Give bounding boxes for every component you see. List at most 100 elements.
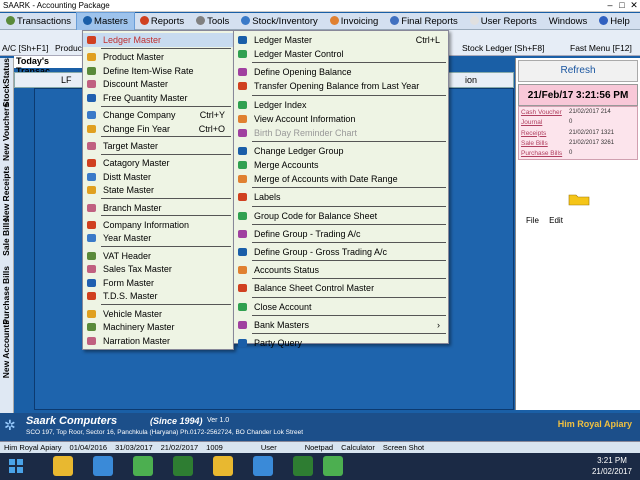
menu-item-group-code-for-balance-sheet[interactable]: Group Code for Balance Sheet <box>234 209 448 223</box>
menu-item-balance-sheet-control-master[interactable]: Balance Sheet Control Master <box>234 281 448 295</box>
refresh-button[interactable]: Refresh <box>518 60 638 82</box>
logo-icon: ✲ <box>4 417 16 433</box>
left-tab-new-vouchers[interactable]: New Vouchers <box>1 103 11 161</box>
menu-item-birth-day-reminder-chart[interactable]: Birth Day Reminder Chart <box>234 126 448 140</box>
clock-time: 3:21 PM <box>597 456 627 465</box>
left-tab-new-receipts[interactable]: New Receipts <box>1 166 11 221</box>
start-icon[interactable] <box>6 456 26 476</box>
menu-item-change-ledger-group[interactable]: Change Ledger Group <box>234 144 448 158</box>
left-tab-stockstatus[interactable]: StockStatus <box>1 58 11 107</box>
menu-item-state-master[interactable]: State Master <box>83 183 233 197</box>
menu-item-define-group-gross-trading-a-c[interactable]: Define Group - Gross Trading A/c <box>234 245 448 259</box>
file-menu-item[interactable]: File <box>526 216 539 225</box>
menu-item-target-master[interactable]: Target Master <box>83 139 233 153</box>
menu-item-define-group-trading-a-c[interactable]: Define Group - Trading A/c <box>234 227 448 241</box>
menu-item-define-opening-balance[interactable]: Define Opening Balance <box>234 65 448 79</box>
menu-item-label: Balance Sheet Control Master <box>254 283 375 294</box>
menu-item-ledger-master-control[interactable]: Ledger Master Control <box>234 47 448 61</box>
menu-stock-inventory[interactable]: Stock/Inventory <box>235 13 323 30</box>
menu-item-label: Change Company <box>103 110 176 121</box>
menu-item-accounts-status[interactable]: Accounts Status <box>234 263 448 277</box>
menu-user-reports[interactable]: User Reports <box>464 13 543 30</box>
last-entry-link[interactable]: Journal <box>521 119 542 126</box>
toolbar-fast-menu-button[interactable]: Fast Menu [F12] <box>570 43 632 53</box>
edit-menu-item[interactable]: Edit <box>549 216 563 225</box>
menu-item-machinery-master[interactable]: Machinery Master <box>83 320 233 334</box>
taskbar-app-icon[interactable] <box>213 456 233 476</box>
menu-windows[interactable]: Windows <box>543 13 594 30</box>
left-tab-purchase-bills[interactable]: Purchase Bills <box>1 266 11 325</box>
taskbar-app-icon[interactable] <box>293 456 313 476</box>
menu-item-vehicle-master[interactable]: Vehicle Master <box>83 307 233 321</box>
menu-item-view-account-information[interactable]: View Account Information <box>234 112 448 126</box>
menu-item-ledger-master[interactable]: Ledger Master <box>83 33 233 47</box>
taskbar-app-icon[interactable] <box>133 456 153 476</box>
left-tab-new-accounts[interactable]: New Accounts <box>1 320 11 378</box>
toolbar-product-button[interactable]: Produc <box>55 43 82 53</box>
taskbar-app-icon[interactable] <box>323 456 343 476</box>
taskbar-app-icon[interactable] <box>93 456 113 476</box>
menu-item-company-information[interactable]: Company Information <box>83 218 233 232</box>
menu-item-bank-masters[interactable]: Bank Masters › <box>234 318 448 332</box>
taskbar-app-icon[interactable] <box>253 456 273 476</box>
status-user[interactable]: User <box>257 443 281 452</box>
close-button[interactable]: ✕ <box>628 0 640 12</box>
folder-icon[interactable] <box>568 192 590 206</box>
menu-item-distt-master[interactable]: Distt Master <box>83 170 233 184</box>
machinery-master-icon <box>87 323 96 332</box>
ledger-master-icon <box>238 36 247 44</box>
menu-transactions[interactable]: Transactions <box>0 13 77 30</box>
menu-item-product-master[interactable]: Product Master <box>83 50 233 64</box>
menu-item-sales-tax-master[interactable]: Sales Tax Master <box>83 262 233 276</box>
menu-item-transfer-opening-balance-from-last-year[interactable]: Transfer Opening Balance from Last Year <box>234 79 448 93</box>
menu-separator <box>252 62 446 64</box>
menu-item-free-quantity-master[interactable]: Free Quantity Master <box>83 91 233 105</box>
left-tab-sale-bills[interactable]: Sale Bills <box>1 218 11 256</box>
menu-item-party-query[interactable]: Party Query <box>234 336 448 350</box>
menu-item-narration-master[interactable]: Narration Master <box>83 334 233 348</box>
minimize-button[interactable]: – <box>604 0 616 12</box>
status-calculator[interactable]: Calculator <box>337 443 379 452</box>
menu-label: Final Reports <box>401 15 458 27</box>
menu-item-ledger-master[interactable]: Ledger Master Ctrl+L <box>234 33 448 47</box>
catagory-master-icon <box>87 159 96 168</box>
menu-item-labels[interactable]: Labels <box>234 190 448 204</box>
title-bar: SAARK - Accounting Package <box>0 0 640 12</box>
taskbar-app-icon[interactable] <box>53 456 73 476</box>
taskbar-app-icon[interactable] <box>173 456 193 476</box>
menu-item-define-item-wise-rate[interactable]: Define Item-Wise Rate <box>83 64 233 78</box>
maximize-button[interactable]: □ <box>616 0 628 12</box>
menu-help[interactable]: Help <box>593 13 636 30</box>
toolbar-account-button[interactable]: A/C [Sh+F1] <box>2 43 49 53</box>
menu-item-discount-master[interactable]: Discount Master <box>83 77 233 91</box>
menu-masters[interactable]: Masters <box>76 11 135 31</box>
menu-item-t-d-s-master[interactable]: T.D.S. Master <box>83 289 233 303</box>
menu-reports[interactable]: Reports <box>134 13 190 30</box>
since-label: (Since 1994) <box>150 416 203 426</box>
menu-item-vat-header[interactable]: VAT Header <box>83 249 233 263</box>
menu-item-merge-of-accounts-with-date-range[interactable]: Merge of Accounts with Date Range <box>234 172 448 186</box>
ledger-master-control-icon <box>238 50 247 59</box>
status-screenshot[interactable]: Screen Shot <box>379 443 428 452</box>
last-entry-link[interactable]: Sale Bills <box>521 140 548 147</box>
last-entry-link[interactable]: Cash Voucher <box>521 109 562 116</box>
menu-invoicing[interactable]: Invoicing <box>324 13 385 30</box>
status-notepad[interactable]: Noetpad <box>301 443 337 452</box>
menu-item-change-fin-year[interactable]: Change Fin Year Ctrl+O <box>83 122 233 136</box>
last-entry-link[interactable]: Receipts <box>521 130 546 137</box>
menu-separator <box>252 260 446 262</box>
menu-item-form-master[interactable]: Form Master <box>83 276 233 290</box>
menu-final-reports[interactable]: Final Reports <box>384 13 464 30</box>
menu-item-branch-master[interactable]: Branch Master <box>83 201 233 215</box>
menu-item-close-account[interactable]: Close Account <box>234 300 448 314</box>
menu-item-label: Target Master <box>103 141 159 151</box>
last-entry-link[interactable]: Purchase Bills <box>521 150 562 157</box>
menu-item-catagory-master[interactable]: Catagory Master <box>83 156 233 170</box>
menu-item-change-company[interactable]: Change Company Ctrl+Y <box>83 108 233 122</box>
menu-item-year-master[interactable]: Year Master <box>83 231 233 245</box>
menu-tools[interactable]: Tools <box>190 13 235 30</box>
system-clock[interactable]: 3:21 PM 21/02/2017 <box>592 455 632 477</box>
menu-item-merge-accounts[interactable]: Merge Accounts <box>234 158 448 172</box>
menu-item-ledger-index[interactable]: Ledger Index <box>234 98 448 112</box>
toolbar-stock-ledger-button[interactable]: Stock Ledger [Sh+F8] <box>462 43 544 53</box>
